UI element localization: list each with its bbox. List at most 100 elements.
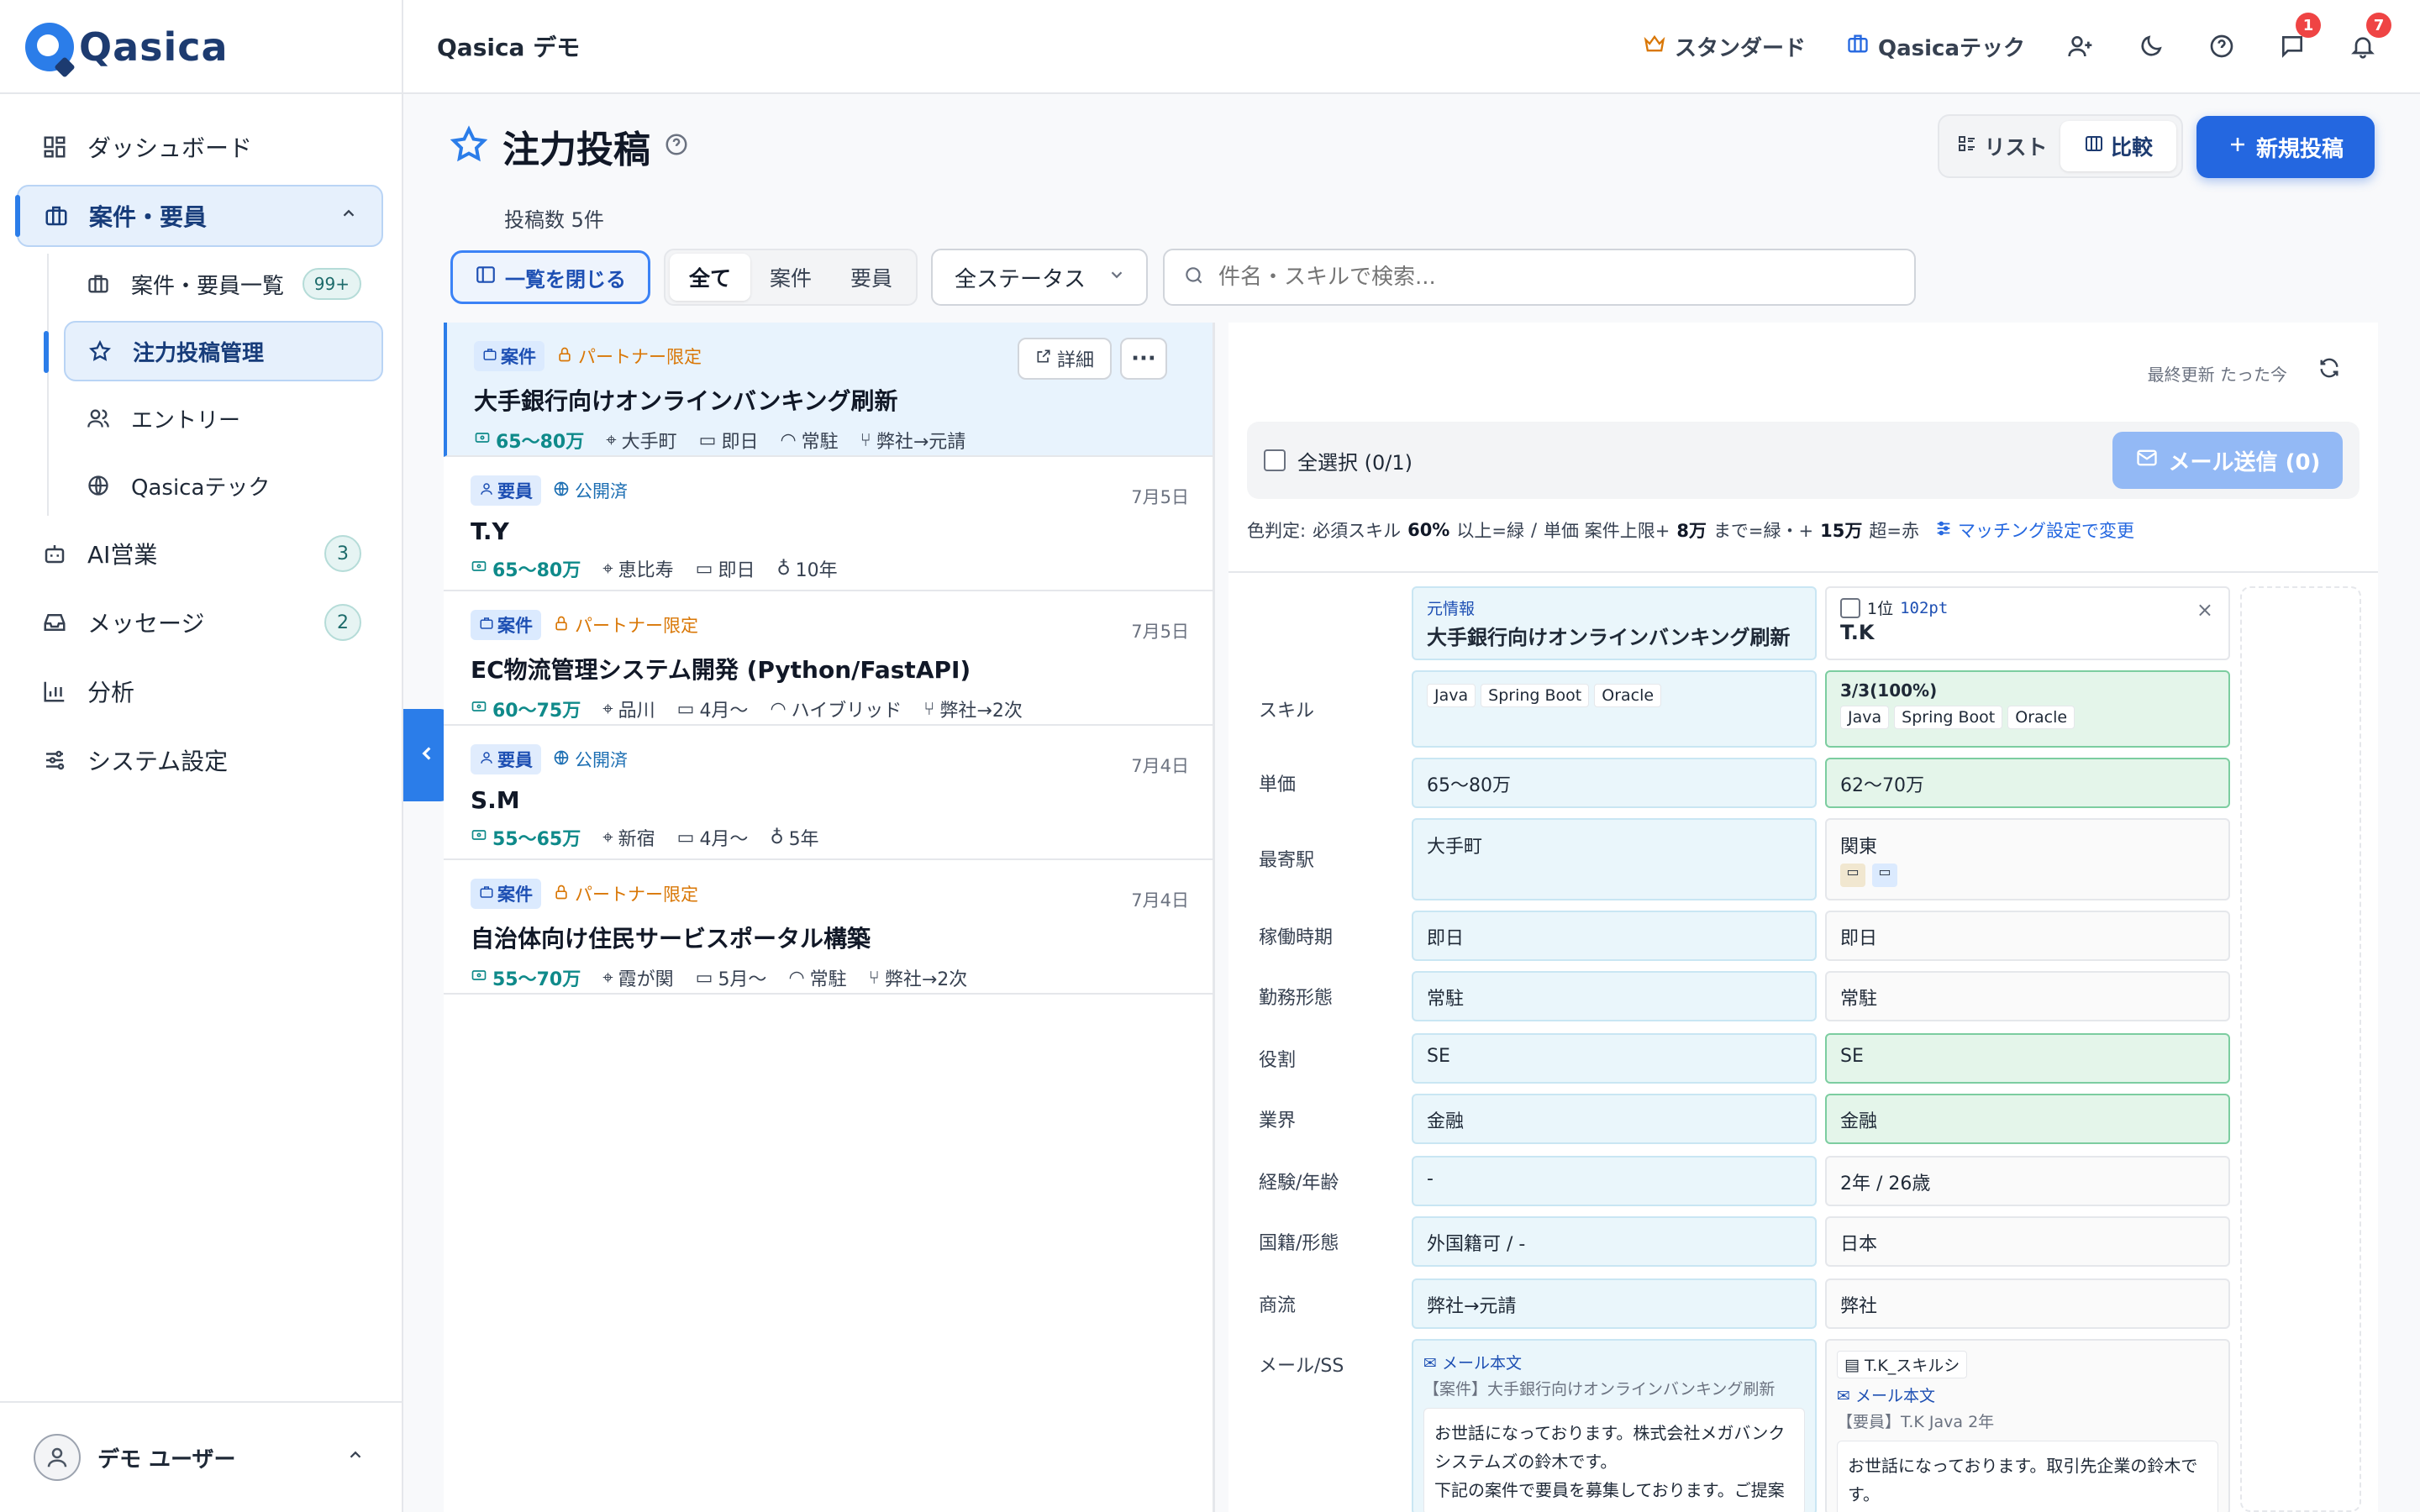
- search-input[interactable]: [1218, 265, 1874, 290]
- station-value: 関東: [1840, 837, 1878, 858]
- sidebar-item-settings[interactable]: システム設定: [17, 729, 383, 791]
- matching-settings-link[interactable]: マッチング設定で変更: [1934, 517, 2134, 543]
- mail-body-link[interactable]: ✉ メール本文: [1837, 1383, 2218, 1406]
- sidebar-item-projects[interactable]: 案件・要員: [15, 185, 383, 247]
- bell-icon[interactable]: 7: [2348, 13, 2391, 61]
- start-date: ▭ 即日: [696, 555, 755, 582]
- sidebar-item-entry[interactable]: エントリー: [64, 388, 383, 449]
- price: 55〜70万: [471, 964, 581, 991]
- type-filter: 全て 案件 要員: [664, 249, 918, 306]
- source-header: 元情報 大手銀行向けオンラインバンキング刷新: [1412, 586, 1817, 660]
- matching-settings-label: マッチング設定で変更: [1957, 521, 2134, 541]
- notification-count-badge: 7: [2366, 13, 2391, 38]
- row-label: 勤務形態: [1259, 988, 1334, 1009]
- filter-all[interactable]: 全て: [670, 254, 750, 301]
- logo[interactable]: Qasica: [25, 22, 229, 72]
- candidate-checkbox[interactable]: [1840, 597, 1860, 618]
- price: 65〜80万: [474, 427, 584, 454]
- more-icon[interactable]: ···: [1120, 338, 1167, 380]
- search-box: [1163, 249, 1916, 306]
- status-select[interactable]: 全ステータス: [931, 249, 1148, 306]
- role-cell: SE: [1825, 1033, 2230, 1084]
- moon-icon[interactable]: [2136, 31, 2166, 61]
- view-compare-button[interactable]: 比較: [2060, 121, 2176, 171]
- chevron-up-icon[interactable]: [346, 1446, 365, 1469]
- sidebar-item-dashboard[interactable]: ダッシュボード: [17, 116, 383, 178]
- post-title: 自治体向け住民サービスポータル構築: [471, 925, 871, 953]
- work-style-value: 常駐: [809, 969, 847, 990]
- rule-text: 以上=緑: [1456, 521, 1524, 541]
- user-icon: [479, 749, 494, 769]
- rule-separator: /: [1530, 520, 1538, 540]
- list-item[interactable]: 案件 パートナー限定 7月5日 EC物流管理システム開発 (Python/Fas…: [444, 591, 1213, 726]
- sidebar-item-project-list[interactable]: 案件・要員一覧 99+: [64, 254, 383, 314]
- scope-badge: 公開済: [553, 747, 628, 772]
- star-icon[interactable]: [449, 124, 489, 168]
- list-item[interactable]: 要員 公開済 7月5日 T.Y 65〜80万 ⌖ 恵比寿 ▭ 即日 ♁ 10年: [444, 457, 1213, 591]
- refresh-icon[interactable]: [2317, 356, 2341, 383]
- row-label: 稼働時期: [1259, 927, 1334, 948]
- calendar-icon: ▭: [676, 698, 695, 720]
- view-list-button[interactable]: リスト: [1944, 121, 2060, 171]
- chevron-up-icon[interactable]: [339, 204, 358, 228]
- tech-link[interactable]: Qasicaテック: [1846, 31, 2025, 62]
- mail-body-link[interactable]: ✉ メール本文: [1423, 1351, 1805, 1373]
- help-icon[interactable]: [664, 132, 689, 160]
- list-item[interactable]: 要員 公開済 7月4日 S.M 55〜65万 ⌖ 新宿 ▭ 4月〜 ♁ 5年: [444, 726, 1213, 860]
- sidebar-item-qasica-tech[interactable]: Qasicaテック: [64, 455, 383, 516]
- start-value: 即日: [721, 432, 759, 453]
- row-label: メール/SS: [1259, 1356, 1344, 1377]
- location-value: 霞が関: [618, 969, 674, 990]
- message-icon[interactable]: 1: [2277, 13, 2321, 61]
- scope-label: パートナー限定: [575, 616, 698, 636]
- experience: ♁ 5年: [770, 824, 818, 851]
- help-icon[interactable]: [2207, 31, 2237, 61]
- mail-preview: お世話になっております。株式会社メガバンク システムズの鈴木です。 下記の案件で…: [1423, 1408, 1805, 1512]
- role-cell: SE: [1412, 1033, 1817, 1084]
- scope-label: パートナー限定: [578, 347, 702, 367]
- sidebar-item-analytics[interactable]: 分析: [17, 660, 383, 722]
- sidebar-item-label: AI営業: [87, 541, 158, 569]
- start-date: ▭ 4月〜: [677, 824, 749, 851]
- workspace-title: Qasica デモ: [437, 34, 581, 61]
- selection-bar: 全選択 (0/1) メール送信 (0): [1247, 422, 2360, 499]
- calendar-icon: ▭: [695, 967, 713, 989]
- file-icon: ▤: [1844, 1355, 1860, 1374]
- sidebar-item-label: システム設定: [87, 748, 229, 775]
- station-cell: 関東 ▭ ▭: [1825, 818, 2230, 900]
- bar-chart-icon: [40, 677, 69, 706]
- add-user-icon[interactable]: [2065, 31, 2096, 61]
- skill-sheet-file[interactable]: ▤ T.K_スキルシ: [1837, 1351, 1968, 1378]
- send-mail-button[interactable]: メール送信 (0): [2112, 432, 2343, 489]
- sidebar-item-messages[interactable]: メッセージ 2: [17, 591, 383, 654]
- select-all-checkbox[interactable]: [1264, 449, 1286, 471]
- user-menu[interactable]: デモ ユーザー: [0, 1401, 402, 1512]
- sliders-icon: [40, 746, 69, 774]
- sidebar-item-ai-sales[interactable]: AI営業 3: [17, 522, 383, 585]
- close-list-button[interactable]: 一覧を閉じる: [450, 250, 650, 304]
- briefcase-icon: [479, 615, 494, 635]
- sidebar-subnav: 案件・要員一覧 99+ 注力投稿管理 エントリー Qasicaテック: [44, 254, 383, 516]
- station-cell: 大手町: [1412, 818, 1817, 900]
- trade-flow-value: 弊社→2次: [884, 969, 968, 990]
- plan-link[interactable]: スタンダード: [1643, 31, 1806, 62]
- filter-project[interactable]: 案件: [750, 254, 831, 301]
- sidebar-item-featured-posts[interactable]: 注力投稿管理: [44, 321, 383, 381]
- list-item[interactable]: 案件 パートナー限定 詳細 ··· 大手銀行向けオンラインバンキング刷新 65〜…: [444, 323, 1213, 457]
- train-icon: ▭: [1872, 864, 1897, 887]
- send-mail-label: メール送信 (0): [2168, 449, 2321, 475]
- rule-value: 15万: [1820, 521, 1863, 541]
- experience: ♁ 10年: [776, 555, 837, 582]
- sidebar-item-label: 案件・要員一覧: [131, 273, 285, 299]
- sidebar-item-label: 分析: [87, 679, 135, 706]
- detail-button[interactable]: 詳細: [1018, 338, 1112, 380]
- users-icon: [84, 404, 113, 433]
- mail-cell: ✉ メール本文 【案件】大手銀行向けオンラインバンキング刷新 お世話になっており…: [1412, 1339, 1817, 1512]
- post-title: 大手銀行向けオンラインバンキング刷新: [474, 387, 898, 415]
- rule-value: 8万: [1676, 521, 1707, 541]
- dashboard-icon: [40, 133, 69, 161]
- new-post-button[interactable]: 新規投稿: [2196, 116, 2375, 178]
- list-item[interactable]: 案件 パートナー限定 7月4日 自治体向け住民サービスポータル構築 55〜70万…: [444, 860, 1213, 995]
- filter-person[interactable]: 要員: [831, 254, 912, 301]
- close-icon[interactable]: ×: [2196, 598, 2213, 622]
